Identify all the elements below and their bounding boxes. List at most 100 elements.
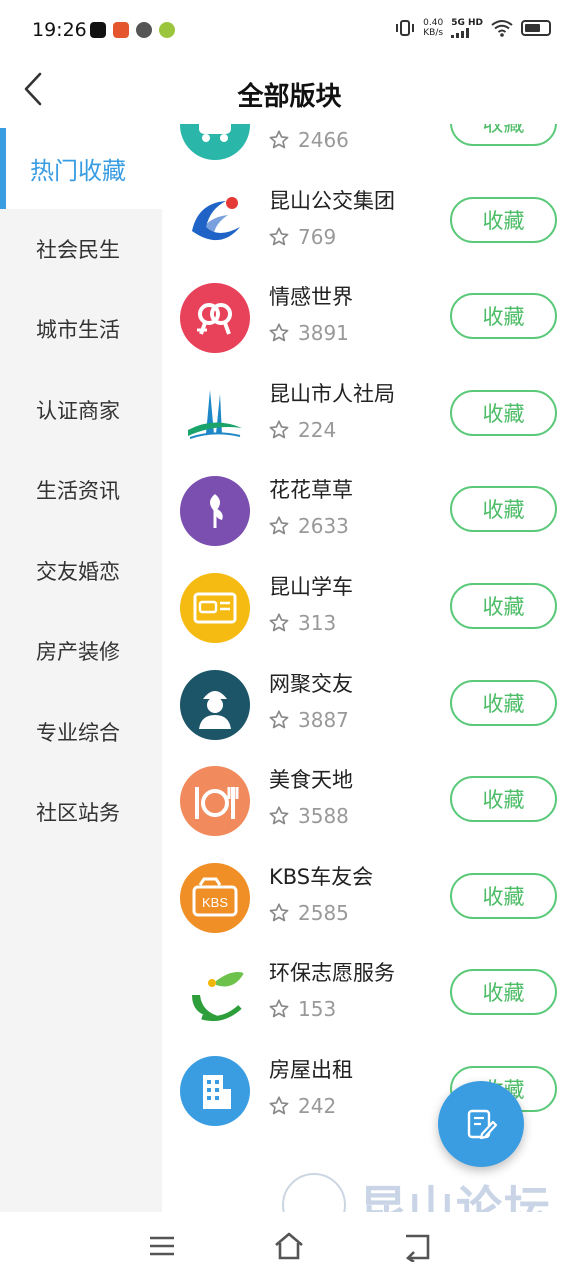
star-icon bbox=[269, 130, 289, 149]
sidebar-item-label: 热门收藏 bbox=[30, 156, 126, 185]
page-title: 全部版块 bbox=[237, 82, 342, 112]
star-icon bbox=[269, 806, 289, 825]
favorite-count-value: 313 bbox=[298, 611, 337, 635]
favorite-button[interactable]: 收藏 bbox=[450, 293, 557, 340]
compose-button[interactable] bbox=[438, 1081, 524, 1167]
forum-name: 房屋出租 bbox=[269, 1058, 353, 1082]
star-icon bbox=[269, 613, 289, 632]
forum-row[interactable]: 环保志愿服务 153 收藏 bbox=[162, 945, 579, 1042]
favorite-count-value: 3588 bbox=[298, 804, 349, 829]
sidebar-item-label: 认证商家 bbox=[36, 398, 120, 423]
forum-row[interactable]: 网聚交友 3887 收藏 bbox=[162, 656, 579, 753]
sidebar-item-label: 交友婚恋 bbox=[36, 559, 120, 584]
star-icon bbox=[269, 420, 289, 439]
app-badge-icon bbox=[113, 22, 129, 38]
forum-name: 昆山公交集团 bbox=[269, 188, 395, 213]
kbs-car-icon: KBS bbox=[180, 862, 250, 933]
favorite-count: 3891 bbox=[268, 321, 349, 345]
favorite-count: 2633 bbox=[268, 514, 349, 538]
vibrate-icon bbox=[396, 20, 415, 36]
favorite-button[interactable]: 收藏 bbox=[450, 389, 557, 436]
favorite-count: 3887 bbox=[268, 708, 349, 732]
car-license-icon bbox=[180, 573, 250, 643]
sidebar-item-label: 生活资讯 bbox=[36, 479, 120, 504]
favorite-count: 2466 bbox=[268, 128, 349, 152]
link-icon bbox=[136, 22, 152, 38]
forum-row[interactable]: 昆山市人社局 224 收藏 bbox=[162, 366, 579, 463]
favorite-button[interactable]: 收藏 bbox=[450, 776, 557, 823]
gender-hearts-icon bbox=[180, 283, 250, 354]
status-right: 0.40 KB/s 5G HD bbox=[395, 18, 551, 38]
favorite-button[interactable]: 收藏 bbox=[450, 196, 557, 243]
sidebar-item-merchants[interactable]: 认证商家 bbox=[0, 370, 162, 451]
forum-name: 昆山市人社局 bbox=[269, 381, 395, 406]
sidebar-item-site-affairs[interactable]: 社区站务 bbox=[0, 772, 162, 853]
forum-list: 2466 收藏 昆山公交集团 769 收藏 情感世界 3891 收藏 昆山市人社局 224 收藏 花花… bbox=[162, 124, 579, 1212]
app-circle-icon bbox=[159, 22, 175, 38]
favorite-count-value: 769 bbox=[298, 224, 337, 249]
favorite-count: 3588 bbox=[268, 804, 349, 828]
favorite-count-value: 2633 bbox=[298, 514, 349, 539]
sidebar-item-society[interactable]: 社会民生 bbox=[0, 209, 162, 290]
sidebar-item-label: 房产装修 bbox=[36, 640, 120, 665]
favorite-count: 153 bbox=[268, 997, 336, 1021]
forum-row[interactable]: 2466 收藏 bbox=[162, 124, 579, 173]
star-icon bbox=[269, 1096, 289, 1115]
tiktok-icon bbox=[90, 22, 106, 38]
forum-row[interactable]: 昆山学车 313 收藏 bbox=[162, 559, 579, 656]
forum-name: 美食天地 bbox=[269, 768, 353, 793]
net-unit: KB/s bbox=[423, 28, 444, 38]
net-speed: 0.40 bbox=[423, 18, 444, 28]
signal-icon bbox=[451, 28, 470, 38]
star-icon bbox=[269, 516, 289, 535]
favorite-count: 242 bbox=[268, 1094, 336, 1118]
sidebar-item-professional[interactable]: 专业综合 bbox=[0, 692, 162, 773]
sidebar-item-life-info[interactable]: 生活资讯 bbox=[0, 450, 162, 531]
sidebar-item-label: 社区站务 bbox=[36, 801, 120, 826]
back-icon[interactable] bbox=[402, 1230, 434, 1262]
favorite-button[interactable]: 收藏 bbox=[450, 679, 557, 726]
sidebar-item-label: 城市生活 bbox=[36, 318, 120, 343]
favorite-count-value: 2585 bbox=[298, 900, 349, 925]
bus-icon bbox=[180, 124, 250, 160]
menu-icon[interactable] bbox=[146, 1230, 178, 1262]
sidebar-item-city-life[interactable]: 城市生活 bbox=[0, 289, 162, 370]
forum-name: 花花草草 bbox=[269, 478, 353, 503]
forum-name: 昆山学车 bbox=[269, 575, 353, 599]
sidebar-item-property[interactable]: 房产装修 bbox=[0, 611, 162, 692]
forum-name: 情感世界 bbox=[269, 285, 353, 310]
home-icon[interactable] bbox=[273, 1230, 305, 1262]
favorite-button[interactable]: 收藏 bbox=[450, 124, 557, 146]
forum-name: 网聚交友 bbox=[269, 671, 353, 696]
forum-row[interactable]: 美食天地 3588 收藏 bbox=[162, 752, 579, 849]
forum-row[interactable]: 昆山公交集团 769 收藏 bbox=[162, 173, 579, 270]
favorite-count: 313 bbox=[268, 611, 336, 635]
favorite-count-value: 3887 bbox=[298, 707, 349, 732]
favorite-button[interactable]: 收藏 bbox=[450, 583, 557, 629]
sidebar-item-dating[interactable]: 交友婚恋 bbox=[0, 531, 162, 612]
star-icon bbox=[269, 903, 289, 922]
category-sidebar: 热门收藏 社会民生 城市生活 认证商家 生活资讯 交友婚恋 房产装修 专业综合 … bbox=[0, 128, 162, 1212]
system-nav-bar bbox=[0, 1212, 579, 1280]
svg-text:KBS: KBS bbox=[202, 895, 228, 910]
person-icon bbox=[180, 669, 250, 740]
favorite-count: 224 bbox=[268, 418, 336, 442]
star-icon bbox=[269, 323, 289, 342]
header: 全部版块 bbox=[0, 62, 579, 124]
bus-group-logo-icon bbox=[180, 186, 250, 257]
network-type: 5G HD bbox=[451, 18, 483, 28]
forum-row[interactable]: 花花草草 2633 收藏 bbox=[162, 462, 579, 559]
plant-icon bbox=[180, 476, 250, 547]
favorite-button[interactable]: 收藏 bbox=[450, 486, 557, 533]
star-icon bbox=[269, 999, 289, 1018]
star-icon bbox=[269, 710, 289, 728]
favorite-button[interactable]: 收藏 bbox=[450, 969, 557, 1016]
forum-row[interactable]: KBS KBS车友会 2585 收藏 bbox=[162, 849, 579, 946]
sidebar-item-hot[interactable]: 热门收藏 bbox=[0, 128, 162, 209]
notification-icons bbox=[90, 22, 175, 38]
favorite-button[interactable]: 收藏 bbox=[450, 872, 557, 919]
edit-note-icon bbox=[467, 1109, 498, 1140]
forum-row[interactable]: 情感世界 3891 收藏 bbox=[162, 269, 579, 366]
sidebar-item-label: 专业综合 bbox=[36, 720, 120, 745]
eco-leaf-icon bbox=[180, 959, 250, 1030]
